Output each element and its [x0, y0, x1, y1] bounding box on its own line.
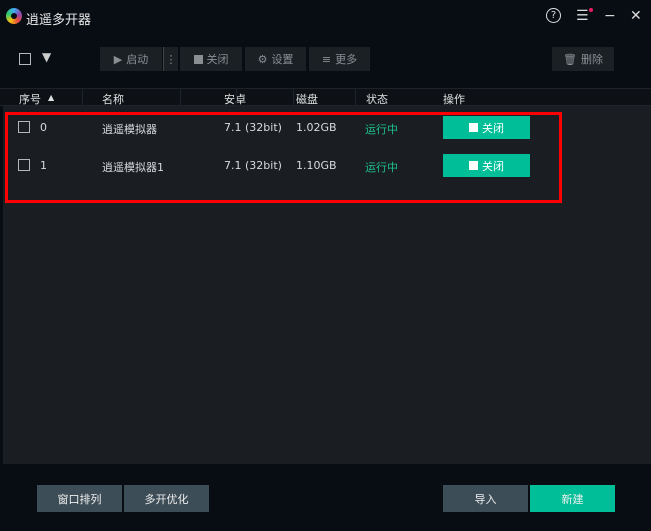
- optimize-button[interactable]: 多开优化: [124, 485, 209, 512]
- col-name: 名称: [102, 93, 124, 106]
- notification-dot: [589, 8, 593, 12]
- close-window-icon[interactable]: ✕: [630, 8, 642, 24]
- more-button[interactable]: ≡ 更多: [309, 47, 370, 71]
- stop-button[interactable]: 关闭: [180, 47, 242, 71]
- gear-icon: ⚙: [257, 52, 268, 66]
- arrange-windows-button[interactable]: 窗口排列: [37, 485, 122, 512]
- help-icon[interactable]: ?: [546, 8, 561, 23]
- new-button[interactable]: 新建: [530, 485, 615, 512]
- menu-icon[interactable]: ☰: [576, 8, 589, 24]
- settings-button[interactable]: ⚙ 设置: [245, 47, 306, 71]
- select-all-checkbox[interactable]: [19, 53, 31, 65]
- list-icon: ≡: [321, 52, 332, 66]
- filter-icon[interactable]: ▼: [42, 50, 51, 64]
- highlight-box: [5, 112, 562, 203]
- delete-button[interactable]: 🗑 删除: [552, 47, 614, 71]
- sort-asc-icon[interactable]: ▲: [48, 93, 54, 102]
- table-header: 序号 ▲ 名称 安卓 磁盘 状态 操作: [0, 88, 651, 106]
- stop-icon: [193, 54, 203, 64]
- col-status: 状态: [366, 93, 388, 106]
- trash-icon: 🗑: [563, 52, 577, 66]
- app-logo-icon: [6, 8, 22, 24]
- col-action: 操作: [443, 93, 465, 106]
- play-icon: ▶: [113, 52, 123, 66]
- col-index[interactable]: 序号: [19, 91, 41, 107]
- minimize-icon[interactable]: −: [604, 8, 616, 24]
- app-title: 逍遥多开器: [26, 13, 92, 28]
- import-button[interactable]: 导入: [443, 485, 528, 512]
- start-button[interactable]: ▶ 启动: [100, 47, 162, 71]
- col-android: 安卓: [224, 93, 246, 106]
- start-options-button[interactable]: ⋮: [163, 47, 178, 71]
- col-disk: 磁盘: [296, 93, 318, 106]
